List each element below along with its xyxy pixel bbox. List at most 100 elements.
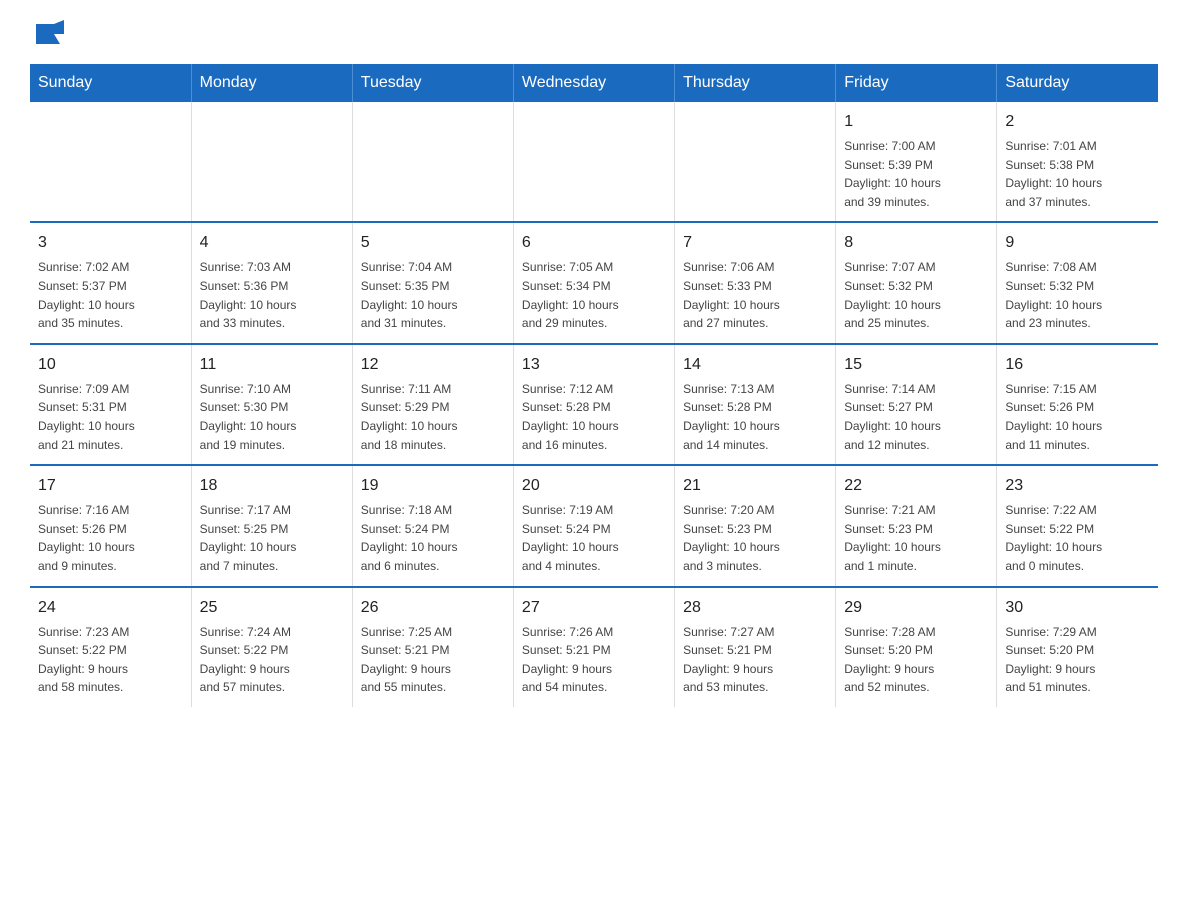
- calendar-header-row: SundayMondayTuesdayWednesdayThursdayFrid…: [30, 64, 1158, 102]
- day-number: 10: [38, 353, 183, 377]
- calendar-cell: 12 Sunrise: 7:11 AM Sunset: 5:29 PM Dayli…: [352, 344, 513, 465]
- day-info: Sunrise: 7:29 AM Sunset: 5:20 PM Dayligh…: [1005, 623, 1150, 697]
- calendar-cell: 1Sunrise: 7:00 AM Sunset: 5:39 PM Daylig…: [836, 102, 997, 222]
- day-number: 30: [1005, 596, 1150, 620]
- day-info: Sunrise: 7:15 AM Sunset: 5:26 PM Dayligh…: [1005, 380, 1150, 454]
- calendar-table: SundayMondayTuesdayWednesdayThursdayFrid…: [30, 64, 1158, 707]
- calendar-cell: 24 Sunrise: 7:23 AM Sunset: 5:22 PM Dayli…: [30, 587, 191, 707]
- day-info: Sunrise: 7:19 AM Sunset: 5:24 PM Dayligh…: [522, 501, 666, 575]
- calendar-cell: [513, 102, 674, 222]
- day-number: 2: [1005, 110, 1150, 134]
- day-number: 5: [361, 231, 505, 255]
- calendar-cell: 8 Sunrise: 7:07 AM Sunset: 5:32 PM Daylig…: [836, 222, 997, 343]
- day-info: Sunrise: 7:26 AM Sunset: 5:21 PM Dayligh…: [522, 623, 666, 697]
- weekday-header-friday: Friday: [836, 64, 997, 102]
- weekday-header-monday: Monday: [191, 64, 352, 102]
- day-info: Sunrise: 7:16 AM Sunset: 5:26 PM Dayligh…: [38, 501, 183, 575]
- calendar-cell: 2 Sunrise: 7:01 AM Sunset: 5:38 PM Daylig…: [997, 102, 1158, 222]
- calendar-cell: 16 Sunrise: 7:15 AM Sunset: 5:26 PM Dayli…: [997, 344, 1158, 465]
- calendar-cell: [675, 102, 836, 222]
- weekday-header-wednesday: Wednesday: [513, 64, 674, 102]
- logo: [30, 20, 64, 44]
- calendar-cell: 3 Sunrise: 7:02 AM Sunset: 5:37 PM Daylig…: [30, 222, 191, 343]
- day-info: Sunrise: 7:02 AM Sunset: 5:37 PM Dayligh…: [38, 258, 183, 332]
- day-number: 19: [361, 474, 505, 498]
- calendar-week-row: 24 Sunrise: 7:23 AM Sunset: 5:22 PM Dayli…: [30, 587, 1158, 707]
- day-number: 27: [522, 596, 666, 620]
- day-info: Sunrise: 7:20 AM Sunset: 5:23 PM Dayligh…: [683, 501, 827, 575]
- day-number: 29: [844, 596, 988, 620]
- day-info: Sunrise: 7:27 AM Sunset: 5:21 PM Dayligh…: [683, 623, 827, 697]
- calendar-cell: 7Sunrise: 7:06 AM Sunset: 5:33 PM Daylig…: [675, 222, 836, 343]
- day-info: Sunrise: 7:10 AM Sunset: 5:30 PM Dayligh…: [200, 380, 344, 454]
- calendar-cell: 30 Sunrise: 7:29 AM Sunset: 5:20 PM Dayli…: [997, 587, 1158, 707]
- day-info: Sunrise: 7:17 AM Sunset: 5:25 PM Dayligh…: [200, 501, 344, 575]
- calendar-cell: 17Sunrise: 7:16 AM Sunset: 5:26 PM Dayli…: [30, 465, 191, 586]
- day-number: 11: [200, 353, 344, 377]
- calendar-cell: 28 Sunrise: 7:27 AM Sunset: 5:21 PM Dayli…: [675, 587, 836, 707]
- day-info: Sunrise: 7:13 AM Sunset: 5:28 PM Dayligh…: [683, 380, 827, 454]
- day-number: 13: [522, 353, 666, 377]
- day-info: Sunrise: 7:11 AM Sunset: 5:29 PM Dayligh…: [361, 380, 505, 454]
- day-number: 1: [844, 110, 988, 134]
- calendar-cell: 9Sunrise: 7:08 AM Sunset: 5:32 PM Daylig…: [997, 222, 1158, 343]
- day-number: 18: [200, 474, 344, 498]
- calendar-cell: 27 Sunrise: 7:26 AM Sunset: 5:21 PM Dayli…: [513, 587, 674, 707]
- calendar-cell: 22 Sunrise: 7:21 AM Sunset: 5:23 PM Dayli…: [836, 465, 997, 586]
- day-info: Sunrise: 7:24 AM Sunset: 5:22 PM Dayligh…: [200, 623, 344, 697]
- calendar-week-row: 3 Sunrise: 7:02 AM Sunset: 5:37 PM Daylig…: [30, 222, 1158, 343]
- calendar-cell: 19 Sunrise: 7:18 AM Sunset: 5:24 PM Dayli…: [352, 465, 513, 586]
- logo-flag-icon: [32, 20, 64, 48]
- calendar-week-row: 1Sunrise: 7:00 AM Sunset: 5:39 PM Daylig…: [30, 102, 1158, 222]
- day-info: Sunrise: 7:28 AM Sunset: 5:20 PM Dayligh…: [844, 623, 988, 697]
- day-info: Sunrise: 7:23 AM Sunset: 5:22 PM Dayligh…: [38, 623, 183, 697]
- day-info: Sunrise: 7:03 AM Sunset: 5:36 PM Dayligh…: [200, 258, 344, 332]
- calendar-week-row: 10 Sunrise: 7:09 AM Sunset: 5:31 PM Dayli…: [30, 344, 1158, 465]
- day-info: Sunrise: 7:21 AM Sunset: 5:23 PM Dayligh…: [844, 501, 988, 575]
- calendar-cell: [30, 102, 191, 222]
- day-info: Sunrise: 7:04 AM Sunset: 5:35 PM Dayligh…: [361, 258, 505, 332]
- day-number: 3: [38, 231, 183, 255]
- day-number: 15: [844, 353, 988, 377]
- calendar-cell: 4 Sunrise: 7:03 AM Sunset: 5:36 PM Daylig…: [191, 222, 352, 343]
- day-info: Sunrise: 7:07 AM Sunset: 5:32 PM Dayligh…: [844, 258, 988, 332]
- calendar-cell: 10 Sunrise: 7:09 AM Sunset: 5:31 PM Dayli…: [30, 344, 191, 465]
- calendar-cell: 21 Sunrise: 7:20 AM Sunset: 5:23 PM Dayli…: [675, 465, 836, 586]
- calendar-cell: 11 Sunrise: 7:10 AM Sunset: 5:30 PM Dayli…: [191, 344, 352, 465]
- day-number: 23: [1005, 474, 1150, 498]
- calendar-cell: 25 Sunrise: 7:24 AM Sunset: 5:22 PM Dayli…: [191, 587, 352, 707]
- day-info: Sunrise: 7:18 AM Sunset: 5:24 PM Dayligh…: [361, 501, 505, 575]
- day-info: Sunrise: 7:12 AM Sunset: 5:28 PM Dayligh…: [522, 380, 666, 454]
- day-number: 14: [683, 353, 827, 377]
- calendar-cell: 15 Sunrise: 7:14 AM Sunset: 5:27 PM Dayli…: [836, 344, 997, 465]
- day-info: Sunrise: 7:05 AM Sunset: 5:34 PM Dayligh…: [522, 258, 666, 332]
- weekday-header-thursday: Thursday: [675, 64, 836, 102]
- day-number: 28: [683, 596, 827, 620]
- day-number: 8: [844, 231, 988, 255]
- day-number: 20: [522, 474, 666, 498]
- day-number: 24: [38, 596, 183, 620]
- day-number: 12: [361, 353, 505, 377]
- day-info: Sunrise: 7:01 AM Sunset: 5:38 PM Dayligh…: [1005, 137, 1150, 211]
- day-number: 21: [683, 474, 827, 498]
- day-info: Sunrise: 7:08 AM Sunset: 5:32 PM Dayligh…: [1005, 258, 1150, 332]
- day-info: Sunrise: 7:25 AM Sunset: 5:21 PM Dayligh…: [361, 623, 505, 697]
- weekday-header-tuesday: Tuesday: [352, 64, 513, 102]
- calendar-cell: [352, 102, 513, 222]
- day-number: 25: [200, 596, 344, 620]
- day-number: 16: [1005, 353, 1150, 377]
- day-number: 26: [361, 596, 505, 620]
- day-info: Sunrise: 7:06 AM Sunset: 5:33 PM Dayligh…: [683, 258, 827, 332]
- weekday-header-sunday: Sunday: [30, 64, 191, 102]
- calendar-cell: 5 Sunrise: 7:04 AM Sunset: 5:35 PM Daylig…: [352, 222, 513, 343]
- day-info: Sunrise: 7:09 AM Sunset: 5:31 PM Dayligh…: [38, 380, 183, 454]
- day-number: 4: [200, 231, 344, 255]
- day-info: Sunrise: 7:14 AM Sunset: 5:27 PM Dayligh…: [844, 380, 988, 454]
- calendar-cell: [191, 102, 352, 222]
- calendar-cell: 23Sunrise: 7:22 AM Sunset: 5:22 PM Dayli…: [997, 465, 1158, 586]
- day-number: 22: [844, 474, 988, 498]
- calendar-cell: 13 Sunrise: 7:12 AM Sunset: 5:28 PM Dayli…: [513, 344, 674, 465]
- calendar-week-row: 17Sunrise: 7:16 AM Sunset: 5:26 PM Dayli…: [30, 465, 1158, 586]
- calendar-cell: 6Sunrise: 7:05 AM Sunset: 5:34 PM Daylig…: [513, 222, 674, 343]
- calendar-cell: 29 Sunrise: 7:28 AM Sunset: 5:20 PM Dayli…: [836, 587, 997, 707]
